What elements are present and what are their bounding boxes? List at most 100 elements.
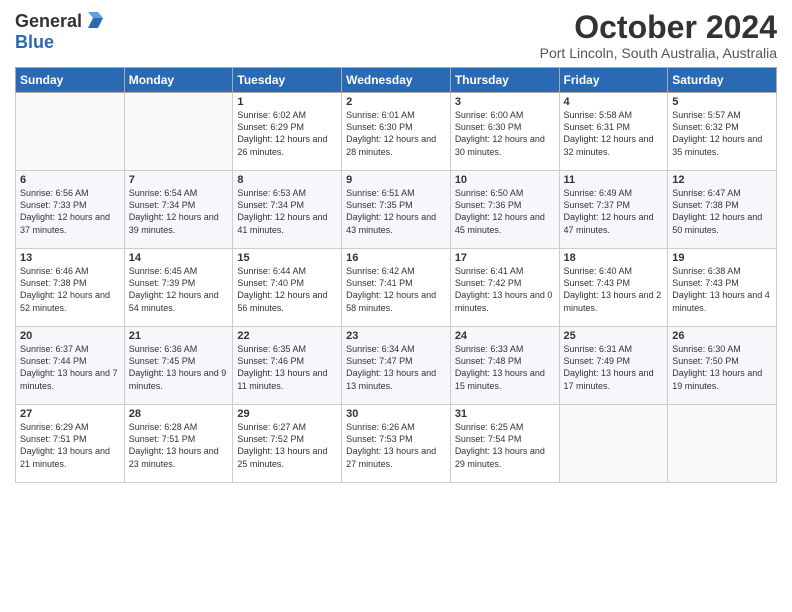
day-info: Sunrise: 6:36 AM Sunset: 7:45 PM Dayligh… (129, 343, 229, 392)
day-info: Sunrise: 6:45 AM Sunset: 7:39 PM Dayligh… (129, 265, 229, 314)
day-number: 2 (346, 96, 446, 108)
day-info: Sunrise: 6:38 AM Sunset: 7:43 PM Dayligh… (672, 265, 772, 314)
calendar-cell: 31Sunrise: 6:25 AM Sunset: 7:54 PM Dayli… (450, 405, 559, 483)
calendar-cell: 12Sunrise: 6:47 AM Sunset: 7:38 PM Dayli… (668, 171, 777, 249)
calendar-cell: 9Sunrise: 6:51 AM Sunset: 7:35 PM Daylig… (342, 171, 451, 249)
logo-blue: Blue (15, 32, 54, 52)
day-info: Sunrise: 6:02 AM Sunset: 6:29 PM Dayligh… (237, 109, 337, 158)
day-number: 13 (20, 252, 120, 264)
calendar-cell: 18Sunrise: 6:40 AM Sunset: 7:43 PM Dayli… (559, 249, 668, 327)
calendar-cell (668, 405, 777, 483)
calendar-cell: 3Sunrise: 6:00 AM Sunset: 6:30 PM Daylig… (450, 93, 559, 171)
logo-general: General (15, 11, 82, 32)
col-monday: Monday (124, 68, 233, 93)
day-number: 19 (672, 252, 772, 264)
calendar-header-row: Sunday Monday Tuesday Wednesday Thursday… (16, 68, 777, 93)
calendar-cell: 5Sunrise: 5:57 AM Sunset: 6:32 PM Daylig… (668, 93, 777, 171)
calendar-cell: 29Sunrise: 6:27 AM Sunset: 7:52 PM Dayli… (233, 405, 342, 483)
calendar-cell: 16Sunrise: 6:42 AM Sunset: 7:41 PM Dayli… (342, 249, 451, 327)
calendar-cell: 28Sunrise: 6:28 AM Sunset: 7:51 PM Dayli… (124, 405, 233, 483)
col-friday: Friday (559, 68, 668, 93)
calendar-cell: 17Sunrise: 6:41 AM Sunset: 7:42 PM Dayli… (450, 249, 559, 327)
day-number: 21 (129, 330, 229, 342)
page: General Blue October 2024 Port Lincoln, … (0, 0, 792, 612)
day-info: Sunrise: 6:37 AM Sunset: 7:44 PM Dayligh… (20, 343, 120, 392)
day-info: Sunrise: 6:50 AM Sunset: 7:36 PM Dayligh… (455, 187, 555, 236)
header: General Blue October 2024 Port Lincoln, … (15, 10, 777, 61)
calendar-cell: 19Sunrise: 6:38 AM Sunset: 7:43 PM Dayli… (668, 249, 777, 327)
calendar-cell: 15Sunrise: 6:44 AM Sunset: 7:40 PM Dayli… (233, 249, 342, 327)
day-number: 14 (129, 252, 229, 264)
day-number: 16 (346, 252, 446, 264)
day-number: 20 (20, 330, 120, 342)
day-number: 24 (455, 330, 555, 342)
col-tuesday: Tuesday (233, 68, 342, 93)
day-info: Sunrise: 6:44 AM Sunset: 7:40 PM Dayligh… (237, 265, 337, 314)
calendar-cell: 30Sunrise: 6:26 AM Sunset: 7:53 PM Dayli… (342, 405, 451, 483)
calendar-cell: 11Sunrise: 6:49 AM Sunset: 7:37 PM Dayli… (559, 171, 668, 249)
calendar: Sunday Monday Tuesday Wednesday Thursday… (15, 67, 777, 483)
day-number: 1 (237, 96, 337, 108)
day-info: Sunrise: 6:30 AM Sunset: 7:50 PM Dayligh… (672, 343, 772, 392)
day-info: Sunrise: 6:47 AM Sunset: 7:38 PM Dayligh… (672, 187, 772, 236)
day-number: 31 (455, 408, 555, 420)
day-info: Sunrise: 6:27 AM Sunset: 7:52 PM Dayligh… (237, 421, 337, 470)
week-row-4: 20Sunrise: 6:37 AM Sunset: 7:44 PM Dayli… (16, 327, 777, 405)
month-title: October 2024 (540, 10, 777, 45)
day-info: Sunrise: 6:25 AM Sunset: 7:54 PM Dayligh… (455, 421, 555, 470)
day-number: 29 (237, 408, 337, 420)
week-row-2: 6Sunrise: 6:56 AM Sunset: 7:33 PM Daylig… (16, 171, 777, 249)
day-info: Sunrise: 6:54 AM Sunset: 7:34 PM Dayligh… (129, 187, 229, 236)
day-info: Sunrise: 6:40 AM Sunset: 7:43 PM Dayligh… (564, 265, 664, 314)
calendar-cell: 1Sunrise: 6:02 AM Sunset: 6:29 PM Daylig… (233, 93, 342, 171)
day-info: Sunrise: 6:56 AM Sunset: 7:33 PM Dayligh… (20, 187, 120, 236)
day-info: Sunrise: 6:33 AM Sunset: 7:48 PM Dayligh… (455, 343, 555, 392)
day-number: 9 (346, 174, 446, 186)
calendar-cell: 2Sunrise: 6:01 AM Sunset: 6:30 PM Daylig… (342, 93, 451, 171)
calendar-cell: 20Sunrise: 6:37 AM Sunset: 7:44 PM Dayli… (16, 327, 125, 405)
col-thursday: Thursday (450, 68, 559, 93)
calendar-cell: 7Sunrise: 6:54 AM Sunset: 7:34 PM Daylig… (124, 171, 233, 249)
calendar-cell: 8Sunrise: 6:53 AM Sunset: 7:34 PM Daylig… (233, 171, 342, 249)
day-number: 27 (20, 408, 120, 420)
day-info: Sunrise: 6:35 AM Sunset: 7:46 PM Dayligh… (237, 343, 337, 392)
col-wednesday: Wednesday (342, 68, 451, 93)
day-number: 3 (455, 96, 555, 108)
day-number: 18 (564, 252, 664, 264)
calendar-cell (124, 93, 233, 171)
day-info: Sunrise: 6:34 AM Sunset: 7:47 PM Dayligh… (346, 343, 446, 392)
day-number: 11 (564, 174, 664, 186)
day-number: 26 (672, 330, 772, 342)
day-number: 4 (564, 96, 664, 108)
day-number: 28 (129, 408, 229, 420)
day-number: 8 (237, 174, 337, 186)
calendar-cell: 26Sunrise: 6:30 AM Sunset: 7:50 PM Dayli… (668, 327, 777, 405)
day-info: Sunrise: 6:42 AM Sunset: 7:41 PM Dayligh… (346, 265, 446, 314)
calendar-cell: 4Sunrise: 5:58 AM Sunset: 6:31 PM Daylig… (559, 93, 668, 171)
day-number: 15 (237, 252, 337, 264)
calendar-cell: 13Sunrise: 6:46 AM Sunset: 7:38 PM Dayli… (16, 249, 125, 327)
day-info: Sunrise: 6:28 AM Sunset: 7:51 PM Dayligh… (129, 421, 229, 470)
calendar-cell: 22Sunrise: 6:35 AM Sunset: 7:46 PM Dayli… (233, 327, 342, 405)
day-number: 22 (237, 330, 337, 342)
day-number: 23 (346, 330, 446, 342)
calendar-cell (559, 405, 668, 483)
day-number: 10 (455, 174, 555, 186)
calendar-cell: 27Sunrise: 6:29 AM Sunset: 7:51 PM Dayli… (16, 405, 125, 483)
day-number: 5 (672, 96, 772, 108)
day-number: 17 (455, 252, 555, 264)
week-row-3: 13Sunrise: 6:46 AM Sunset: 7:38 PM Dayli… (16, 249, 777, 327)
logo: General Blue (15, 10, 106, 53)
calendar-cell: 21Sunrise: 6:36 AM Sunset: 7:45 PM Dayli… (124, 327, 233, 405)
calendar-cell: 6Sunrise: 6:56 AM Sunset: 7:33 PM Daylig… (16, 171, 125, 249)
day-number: 7 (129, 174, 229, 186)
day-info: Sunrise: 6:51 AM Sunset: 7:35 PM Dayligh… (346, 187, 446, 236)
calendar-cell: 25Sunrise: 6:31 AM Sunset: 7:49 PM Dayli… (559, 327, 668, 405)
day-info: Sunrise: 6:31 AM Sunset: 7:49 PM Dayligh… (564, 343, 664, 392)
day-number: 6 (20, 174, 120, 186)
calendar-cell: 24Sunrise: 6:33 AM Sunset: 7:48 PM Dayli… (450, 327, 559, 405)
day-number: 12 (672, 174, 772, 186)
calendar-cell: 23Sunrise: 6:34 AM Sunset: 7:47 PM Dayli… (342, 327, 451, 405)
day-number: 30 (346, 408, 446, 420)
day-number: 25 (564, 330, 664, 342)
